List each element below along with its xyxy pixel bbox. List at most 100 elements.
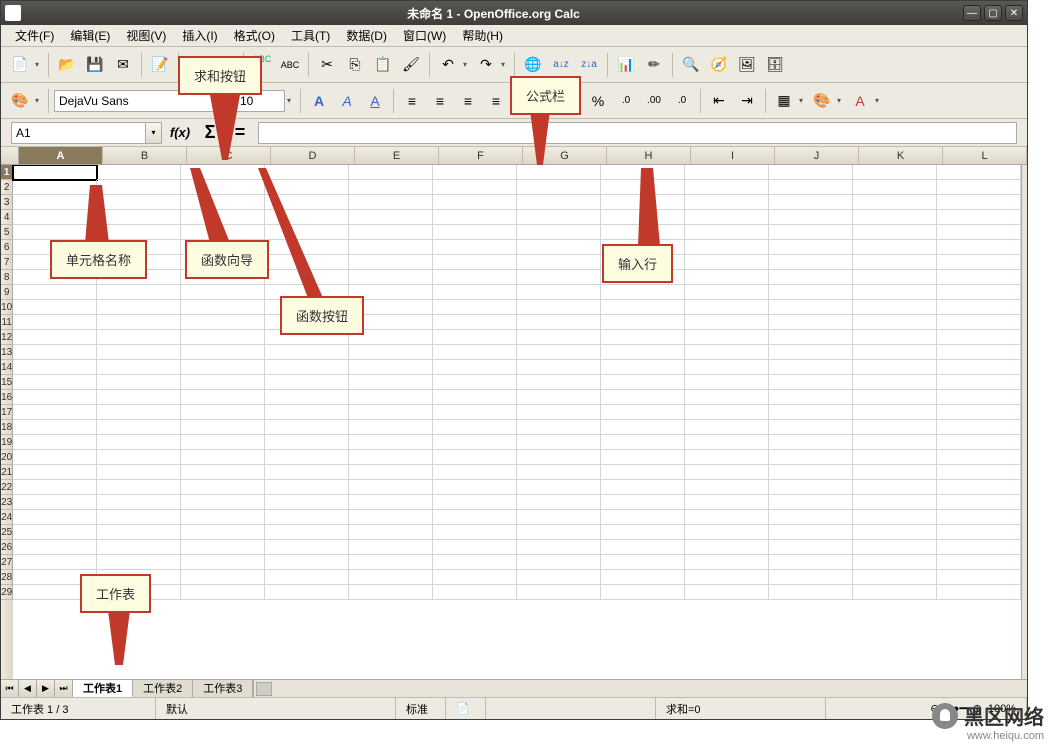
- row-header[interactable]: 27: [1, 555, 13, 570]
- cut-icon[interactable]: ✂: [314, 52, 340, 78]
- cell[interactable]: [13, 300, 97, 315]
- row-header[interactable]: 11: [1, 315, 13, 330]
- cell[interactable]: [685, 510, 769, 525]
- cell[interactable]: [769, 210, 853, 225]
- cell[interactable]: [685, 585, 769, 600]
- cell[interactable]: [685, 285, 769, 300]
- cell[interactable]: [937, 375, 1021, 390]
- cell[interactable]: [181, 540, 265, 555]
- cell[interactable]: [769, 225, 853, 240]
- cell[interactable]: [349, 240, 433, 255]
- cell[interactable]: [769, 285, 853, 300]
- cell[interactable]: [13, 405, 97, 420]
- cell[interactable]: [181, 525, 265, 540]
- decrease-indent-icon[interactable]: ⇤: [706, 88, 732, 114]
- cell[interactable]: [433, 315, 517, 330]
- row-header[interactable]: 12: [1, 330, 13, 345]
- cell[interactable]: [601, 300, 685, 315]
- cell[interactable]: [97, 450, 181, 465]
- cell[interactable]: [349, 465, 433, 480]
- column-header[interactable]: I: [691, 147, 775, 164]
- cell[interactable]: [937, 450, 1021, 465]
- cell[interactable]: [769, 570, 853, 585]
- cell[interactable]: [349, 225, 433, 240]
- cell[interactable]: [181, 210, 265, 225]
- function-button[interactable]: =: [228, 122, 252, 144]
- formula-input[interactable]: [258, 122, 1017, 144]
- cell[interactable]: [181, 405, 265, 420]
- cell[interactable]: [97, 510, 181, 525]
- cell[interactable]: [433, 390, 517, 405]
- cell[interactable]: [685, 480, 769, 495]
- cell[interactable]: [349, 210, 433, 225]
- email-icon[interactable]: ✉: [110, 52, 136, 78]
- cell[interactable]: [13, 210, 97, 225]
- cell[interactable]: [433, 435, 517, 450]
- horizontal-scrollbar[interactable]: [253, 680, 1027, 697]
- cell[interactable]: [349, 255, 433, 270]
- row-header[interactable]: 20: [1, 450, 13, 465]
- cell[interactable]: [937, 405, 1021, 420]
- cell[interactable]: [433, 240, 517, 255]
- cell[interactable]: [517, 240, 601, 255]
- function-wizard-button[interactable]: f(x): [168, 122, 192, 144]
- cell[interactable]: [685, 525, 769, 540]
- row-header[interactable]: 26: [1, 540, 13, 555]
- column-header[interactable]: L: [943, 147, 1027, 164]
- cell[interactable]: [265, 360, 349, 375]
- percent-icon[interactable]: %: [585, 88, 611, 114]
- cell[interactable]: [181, 495, 265, 510]
- vertical-scrollbar[interactable]: [1021, 165, 1027, 679]
- cell[interactable]: [433, 480, 517, 495]
- fontcolor-icon[interactable]: A: [847, 88, 873, 114]
- paste-icon[interactable]: 📋: [370, 52, 396, 78]
- cell[interactable]: [769, 585, 853, 600]
- column-header[interactable]: G: [523, 147, 607, 164]
- menu-format[interactable]: 格式(O): [226, 25, 283, 46]
- menu-window[interactable]: 窗口(W): [395, 25, 454, 46]
- sheet-tab-1[interactable]: 工作表1: [73, 680, 133, 697]
- cell[interactable]: [853, 555, 937, 570]
- cell[interactable]: [265, 525, 349, 540]
- cell[interactable]: [937, 480, 1021, 495]
- cell[interactable]: [685, 465, 769, 480]
- sort-desc-icon[interactable]: z↓a: [576, 52, 602, 78]
- cell[interactable]: [517, 405, 601, 420]
- cell[interactable]: [97, 225, 181, 240]
- cell[interactable]: [853, 450, 937, 465]
- cell[interactable]: [937, 255, 1021, 270]
- cell[interactable]: [13, 450, 97, 465]
- cell[interactable]: [517, 270, 601, 285]
- cell[interactable]: [769, 270, 853, 285]
- redo-icon[interactable]: ↷: [473, 52, 499, 78]
- cell[interactable]: [937, 300, 1021, 315]
- row-header[interactable]: 14: [1, 360, 13, 375]
- cell[interactable]: [769, 300, 853, 315]
- cell[interactable]: [685, 420, 769, 435]
- open-icon[interactable]: 📂: [54, 52, 80, 78]
- cell[interactable]: [937, 180, 1021, 195]
- cell[interactable]: [601, 165, 685, 180]
- cell[interactable]: [517, 360, 601, 375]
- cell[interactable]: [937, 345, 1021, 360]
- chart-icon[interactable]: 📊: [613, 52, 639, 78]
- cell[interactable]: [937, 270, 1021, 285]
- cell[interactable]: [685, 315, 769, 330]
- cell[interactable]: [433, 465, 517, 480]
- cell[interactable]: [517, 525, 601, 540]
- cell[interactable]: [601, 360, 685, 375]
- cell[interactable]: [13, 285, 97, 300]
- cell[interactable]: [853, 465, 937, 480]
- cell[interactable]: [265, 375, 349, 390]
- menu-insert[interactable]: 插入(I): [174, 25, 225, 46]
- cell[interactable]: [937, 330, 1021, 345]
- cell[interactable]: [517, 465, 601, 480]
- cell[interactable]: [601, 525, 685, 540]
- cell[interactable]: [181, 165, 265, 180]
- cell[interactable]: [13, 540, 97, 555]
- cell[interactable]: [853, 495, 937, 510]
- cell[interactable]: [517, 285, 601, 300]
- cell[interactable]: [433, 345, 517, 360]
- minimize-button[interactable]: —: [963, 5, 981, 21]
- menu-tools[interactable]: 工具(T): [283, 25, 338, 46]
